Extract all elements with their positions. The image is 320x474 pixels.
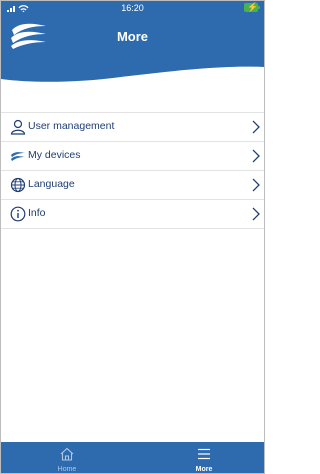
menu-item-my-devices[interactable]: My devices: [1, 142, 264, 171]
page-title: More: [116, 29, 149, 44]
chevron-right-icon: [252, 207, 260, 221]
tab-label: Home: [57, 466, 77, 473]
status-time: 16:20: [121, 3, 144, 13]
globe-icon: [10, 177, 26, 193]
home-icon: [60, 447, 74, 461]
tab-bar: Home More: [1, 442, 264, 473]
menu-icon: [198, 448, 210, 460]
info-icon: [10, 206, 26, 222]
menu-item-language[interactable]: Language: [1, 171, 264, 200]
chevron-right-icon: [252, 120, 260, 134]
status-bar: 16:20 ⚡: [1, 1, 264, 15]
header: More: [1, 1, 264, 99]
menu-item-label: Info: [28, 207, 46, 219]
tab-label: More: [195, 466, 213, 473]
more-menu-list: User management My devices Language Info: [1, 112, 264, 229]
tab-home[interactable]: Home: [7, 442, 127, 473]
user-icon: [10, 119, 26, 135]
chevron-right-icon: [252, 149, 260, 163]
devices-wave-icon: [11, 152, 25, 161]
app-screen: More 16:20 ⚡ User management My devices …: [0, 0, 265, 474]
chevron-right-icon: [252, 178, 260, 192]
menu-item-label: My devices: [28, 149, 81, 161]
menu-item-label: Language: [28, 178, 75, 190]
header-wave-background: [1, 1, 264, 82]
battery-icon: ⚡: [244, 2, 260, 12]
menu-item-info[interactable]: Info: [1, 200, 264, 229]
tab-more[interactable]: More: [144, 442, 264, 473]
menu-item-user-management[interactable]: User management: [1, 113, 264, 142]
menu-item-label: User management: [28, 120, 115, 132]
